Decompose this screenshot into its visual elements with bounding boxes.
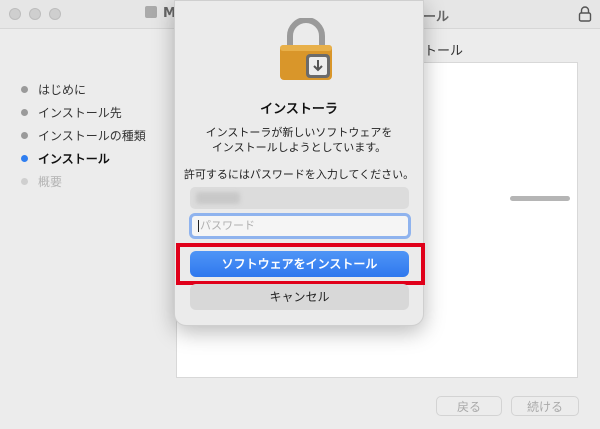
step-summary: 概要 [18,174,146,197]
step-introduction: はじめに [18,82,146,105]
password-placeholder: パスワード [200,219,255,232]
step-label: インストール先 [38,106,122,120]
dialog-title: インストーラ [260,102,338,117]
zoom-window-button[interactable] [49,8,61,20]
step-dot-icon [21,132,28,139]
password-field[interactable]: パスワード [189,213,411,239]
step-dot-icon [21,155,28,162]
text-caret [198,220,199,232]
installer-lock-icon [280,18,332,80]
close-window-button[interactable] [9,8,21,20]
step-dot-icon [21,178,28,185]
continue-button[interactable]: 続ける [511,396,579,416]
dialog-message: インストーラが新しいソフトウェアを インストールしようとしています。 [185,125,413,155]
redacted-username [196,192,240,204]
installer-steps: はじめに インストール先 インストールの種類 インストール 概要 [18,82,146,197]
step-label: インストール [38,152,110,166]
page-heading: トール [424,44,464,59]
package-icon [145,6,157,18]
padlock-icon [578,6,592,22]
install-software-button[interactable]: ソフトウェアをインストール [190,251,409,277]
install-progress-bar [510,196,570,201]
step-destination: インストール先 [18,105,146,128]
minimize-window-button[interactable] [29,8,41,20]
dialog-message-line: インストールしようとしています。 [211,141,387,154]
cancel-button[interactable]: キャンセル [190,284,409,310]
back-button[interactable]: 戻る [436,396,502,416]
password-prompt: 許可するにはパスワードを入力してください。 [183,168,415,181]
window-title-right: ール [423,10,450,25]
step-label: はじめに [38,83,87,97]
dialog-message-line: インストーラが新しいソフトウェアを [205,126,393,139]
step-dot-icon [21,86,28,93]
username-field[interactable] [190,187,409,209]
window-title-left: M [145,6,176,21]
step-installation: インストール [18,151,146,174]
step-label: 概要 [38,175,63,189]
step-label: インストールの種類 [38,129,146,143]
step-dot-icon [21,109,28,116]
step-installation-type: インストールの種類 [18,128,146,151]
